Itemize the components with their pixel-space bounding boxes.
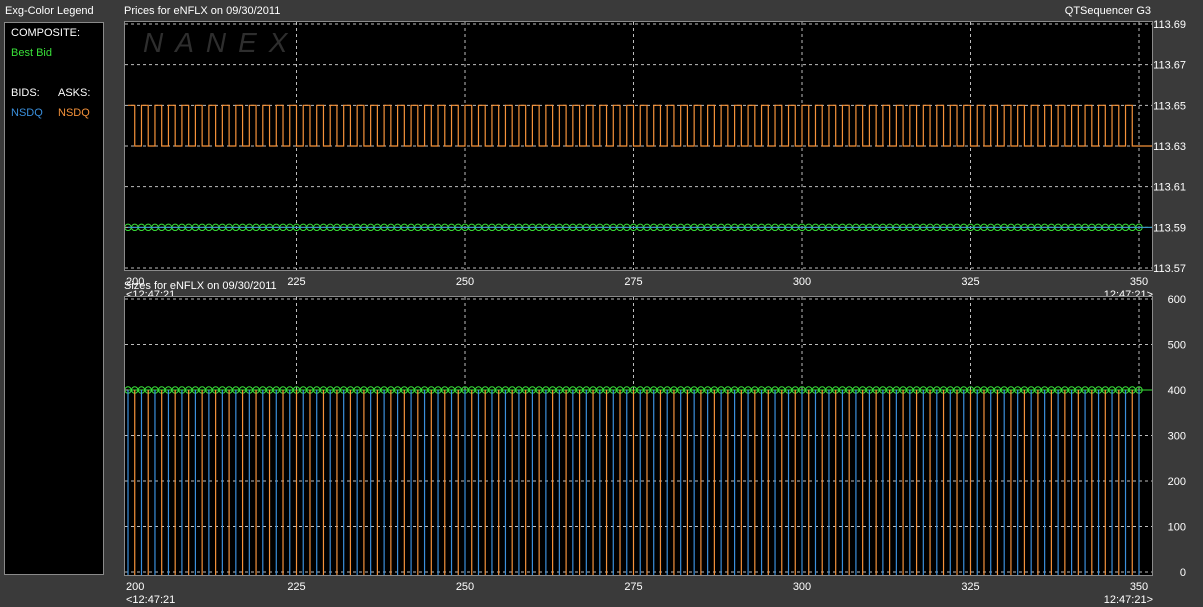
x-tick-label: 200: [126, 276, 144, 288]
x-tick-label: 350: [1130, 276, 1148, 288]
y-tick-label: 113.65: [1153, 100, 1186, 112]
y-tick-label: 113.69: [1153, 19, 1186, 31]
x-tick-label: 275: [624, 276, 642, 288]
x-start-time: <12:47:21: [126, 594, 175, 606]
x-end-time: 12:47:21>: [1104, 594, 1153, 606]
x-tick-label: 225: [287, 581, 305, 593]
y-tick-label: 113.67: [1153, 60, 1186, 72]
x-tick-label: 300: [793, 276, 811, 288]
x-tick-label: 325: [961, 581, 979, 593]
x-tick-label: 350: [1130, 581, 1148, 593]
y-tick-label: 500: [1168, 340, 1186, 352]
y-tick-label: 400: [1168, 385, 1186, 397]
y-tick-label: 300: [1168, 431, 1186, 443]
y-tick-label: 200: [1168, 476, 1186, 488]
y-tick-label: 100: [1168, 522, 1186, 534]
price-axes: 200 225 250 275 300 325 350<12:47:21 12:47:21>1…: [126, 19, 1186, 300]
x-tick-label: 250: [456, 581, 474, 593]
x-tick-label: 275: [624, 581, 642, 593]
y-tick-label: 113.57: [1153, 263, 1186, 275]
x-tick-label: 200: [126, 581, 144, 593]
y-tick-label: 113.61: [1153, 182, 1186, 194]
y-tick-label: 600: [1168, 294, 1186, 306]
x-tick-label: 225: [287, 276, 305, 288]
x-tick-label: 325: [961, 276, 979, 288]
x-tick-label: 250: [456, 276, 474, 288]
y-tick-label: 113.63: [1153, 141, 1186, 153]
x-tick-label: 300: [793, 581, 811, 593]
y-tick-label: 113.59: [1153, 222, 1186, 234]
y-tick-label: 0: [1180, 567, 1186, 579]
size-axes: 200 225 250 275 300 325 350 <12:47:21 12:47:21> 0…: [126, 294, 1186, 606]
